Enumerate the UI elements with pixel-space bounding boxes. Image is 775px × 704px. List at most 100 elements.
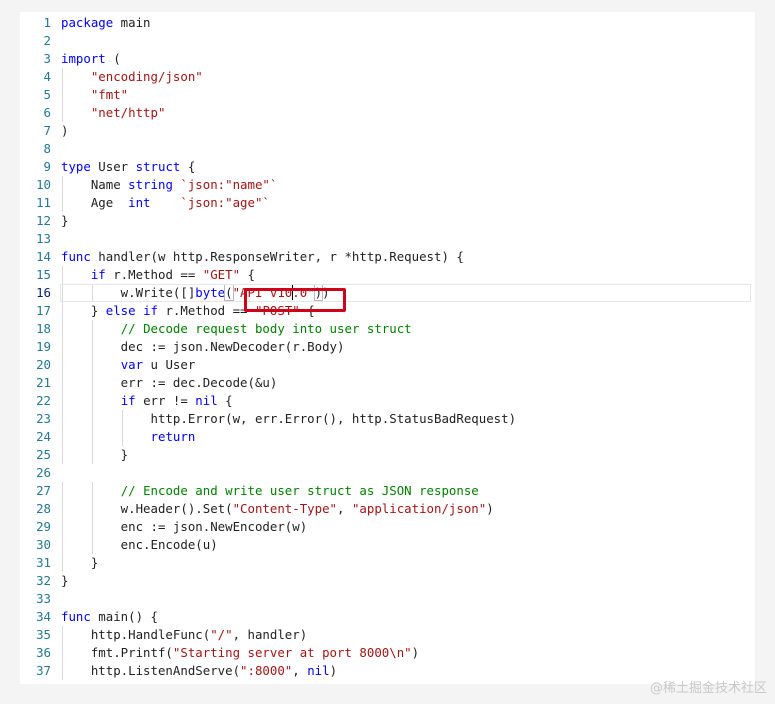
keyword-token: string [128,177,173,192]
code-line[interactable]: 14 func handler(w http.ResponseWriter, r … [20,248,755,266]
indent-guide [62,374,63,392]
code-line[interactable]: 17 } else if r.Method == "POST" { [20,302,755,320]
code-token: fmt.Printf( [61,645,173,660]
highlight-annotation-box [244,288,346,312]
line-code: http.ListenAndServe(":8000", nil) [61,662,337,680]
string-token: "application/json" [351,501,487,516]
code-line[interactable]: 15 if r.Method == "GET" { [20,266,755,284]
code-line[interactable]: 1 package main [20,14,755,32]
indent-guide [91,482,93,500]
line-code: return [61,428,196,446]
line-code: func main() { [61,608,158,626]
code-line[interactable]: 33 [20,590,755,608]
line-number: 12 [36,213,51,228]
code-line[interactable]: 35 http.HandleFunc("/", handler) [20,626,755,644]
line-number: 32 [36,573,51,588]
code-editor[interactable]: 1 package main 2 3 import (4 "encoding/json"… [20,12,755,684]
comment-token: // Encode and write user struct as JSON … [120,483,479,498]
string-token: "Content-Type" [232,501,338,516]
code-line[interactable]: 2 [20,32,755,50]
code-line[interactable]: 8 [20,140,755,158]
string-token: `json:"name"` [180,177,278,192]
keyword-token: struct [135,159,181,174]
line-number: 34 [36,609,51,624]
indent-guide [91,410,93,428]
line-number: 15 [36,267,51,282]
indent-guide [91,428,93,446]
code-token: err := dec.Decode(&u) [61,375,278,390]
code-line[interactable]: 13 [20,230,755,248]
code-line[interactable]: 29 enc := json.NewEncoder(w) [20,518,755,536]
code-token: Name [61,177,129,192]
keyword-token: if [143,303,158,318]
code-line[interactable]: 22 if err != nil { [20,392,755,410]
code-line[interactable]: 18 // Decode request body into user stru… [20,320,755,338]
line-number: 13 [36,231,51,246]
line-number: 1 [43,15,51,30]
code-token: } [61,555,99,570]
line-number: 20 [36,357,51,372]
code-token: ) [329,663,338,678]
code-line[interactable]: 26 [20,464,755,482]
line-code: } [61,212,68,230]
code-line[interactable]: 3 import ( [20,50,755,68]
code-line[interactable]: 28 w.Header().Set("Content-Type", "appli… [20,500,755,518]
line-code: w.Header().Set("Content-Type", "applicat… [61,500,494,518]
code-line[interactable]: 10 Name string `json:"name"` [20,176,755,194]
indent-guide [62,320,63,338]
line-number: 26 [36,465,51,480]
indent-guide [62,266,63,284]
code-line[interactable]: 24 return [20,428,755,446]
line-code: var u User [61,356,196,374]
code-line[interactable]: 30 enc.Encode(u) [20,536,755,554]
code-lines[interactable]: 1 package main 2 3 import (4 "encoding/json"… [20,14,755,680]
code-line[interactable]: 36 fmt.Printf("Starting server at port 8… [20,644,755,662]
code-line[interactable]: 31 } [20,554,755,572]
code-token: main [113,15,151,30]
indent-guide [62,518,63,536]
code-line[interactable]: 27 // Encode and write user struct as JS… [20,482,755,500]
code-token: , handler) [232,627,308,642]
indent-guide [62,536,63,554]
indent-guide [91,446,93,464]
code-line[interactable]: 9 type User struct { [20,158,755,176]
indent-guide [91,374,93,392]
code-line[interactable]: 19 dec := json.NewDecoder(r.Body) [20,338,755,356]
code-token: { [240,267,255,282]
line-number: 24 [36,429,51,444]
code-token: ( [105,51,121,66]
code-line[interactable]: 20 var u User [20,356,755,374]
indent-guide [62,302,63,320]
code-token: ) [486,501,494,516]
code-line[interactable]: 25 } [20,446,755,464]
code-line[interactable]: 21 err := dec.Decode(&u) [20,374,755,392]
string-token: "fmt" [90,87,129,102]
code-line[interactable]: 6 "net/http" [20,104,755,122]
code-line[interactable]: 34 func main() { [20,608,755,626]
line-code: dec := json.NewDecoder(r.Body) [61,338,345,356]
indent-guide [62,392,63,410]
line-code: http.Error(w, err.Error(), http.StatusBa… [61,410,517,428]
code-line[interactable]: 5 "fmt" [20,86,755,104]
indent-guide [62,446,63,464]
code-line[interactable]: 37 http.ListenAndServe(":8000", nil) [20,662,755,680]
line-number: 4 [43,69,51,84]
indent-guide [91,536,93,554]
code-line[interactable]: 32} [20,572,755,590]
code-line[interactable]: 23 http.Error(w, err.Error(), http.Statu… [20,410,755,428]
line-code: enc.Encode(u) [61,536,218,554]
line-code: // Decode request body into user struct [61,320,412,338]
code-token: r.Method == [158,303,255,318]
code-line[interactable]: 12} [20,212,755,230]
code-line[interactable]: 11 Age int `json:"age"` [20,194,755,212]
keyword-token: package [61,15,114,30]
code-line[interactable]: 7) [20,122,755,140]
code-line[interactable]: 4 "encoding/json" [20,68,755,86]
code-line[interactable]: 16 w.Write([]byte("API v10.0")) [20,284,755,302]
line-code: type User struct { [61,158,195,176]
line-number: 25 [36,447,51,462]
